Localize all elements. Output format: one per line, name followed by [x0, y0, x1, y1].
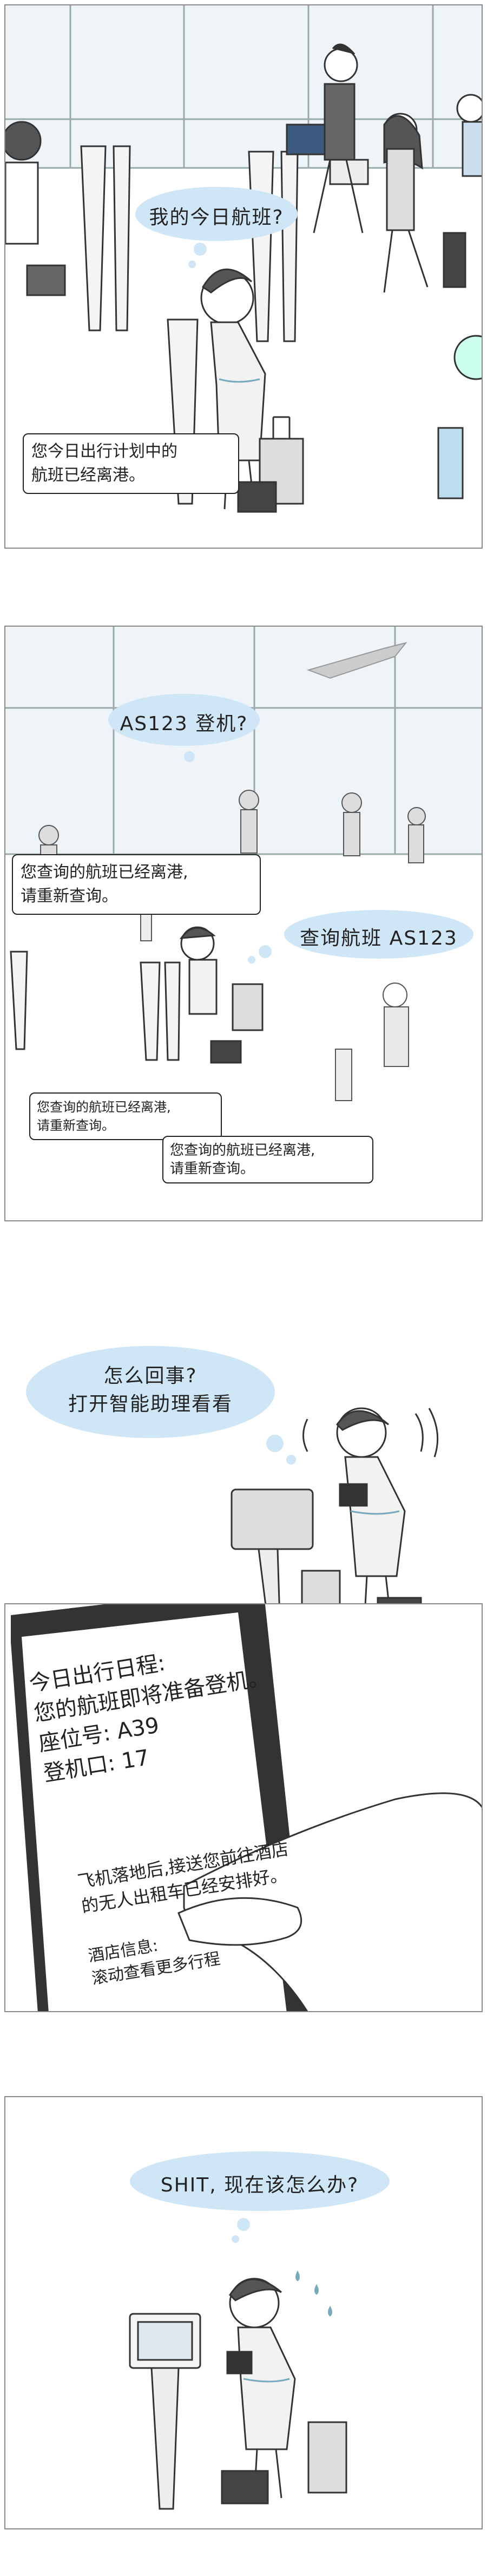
comic-panel-2: AS123 登机? 查询航班 AS123 您查询的航班已经离港, 请重新查询。 … — [4, 626, 483, 1221]
comic-panel-1: 我的今日航班? 您今日出行计划中的 航班已经离港。 — [4, 4, 483, 549]
confused-man-illustration — [129, 2151, 390, 2510]
comic-panel-4: 今日出行日程: 您的航班即将准备登机。 座位号: A39 登机口: 17 飞机落… — [4, 1603, 483, 2012]
thought-bubble: SHIT, 现在该怎么办? — [160, 2174, 359, 2196]
notice-bubble-bottom: 您查询的航班已经离港, 请重新查询。 — [162, 1136, 373, 1183]
thought-bubble: 怎么回事? 打开智能助理看看 — [37, 1362, 264, 1419]
notice-bubble-mid: 您查询的航班已经离港, 请重新查询。 — [29, 1092, 222, 1140]
speech-cloud: 查询航班 AS123 — [300, 927, 458, 949]
comic-panel-5: SHIT, 现在该怎么办? — [4, 2096, 483, 2529]
notice-line-2: 请重新查询。 — [37, 1118, 115, 1133]
notice-line-1: 您今日出行计划中的 — [31, 442, 177, 461]
comic-panel-3: 怎么回事? 打开智能助理看看 — [4, 1332, 483, 1636]
notice-line-2: 请重新查询。 — [170, 1161, 255, 1177]
notice-line-1: 您查询的航班已经离港, — [37, 1100, 171, 1115]
notice-line-1: 您查询的航班已经离港, — [170, 1142, 315, 1159]
notice-line-2: 请重新查询。 — [21, 887, 118, 906]
thought-line-2: 打开智能助理看看 — [68, 1393, 233, 1415]
notice-bubble-top: 您查询的航班已经离港, 请重新查询。 — [12, 854, 261, 915]
notice-line-2: 航班已经离港。 — [31, 466, 145, 485]
thought-bubble: AS123 登机? — [120, 713, 248, 735]
notice-line-1: 您查询的航班已经离港, — [21, 863, 188, 882]
thought-line-1: 怎么回事? — [103, 1365, 198, 1387]
thought-bubble: 我的今日航班? — [149, 206, 284, 229]
kiosk-notice-bubble: 您今日出行计划中的 航班已经离港。 — [23, 433, 239, 494]
